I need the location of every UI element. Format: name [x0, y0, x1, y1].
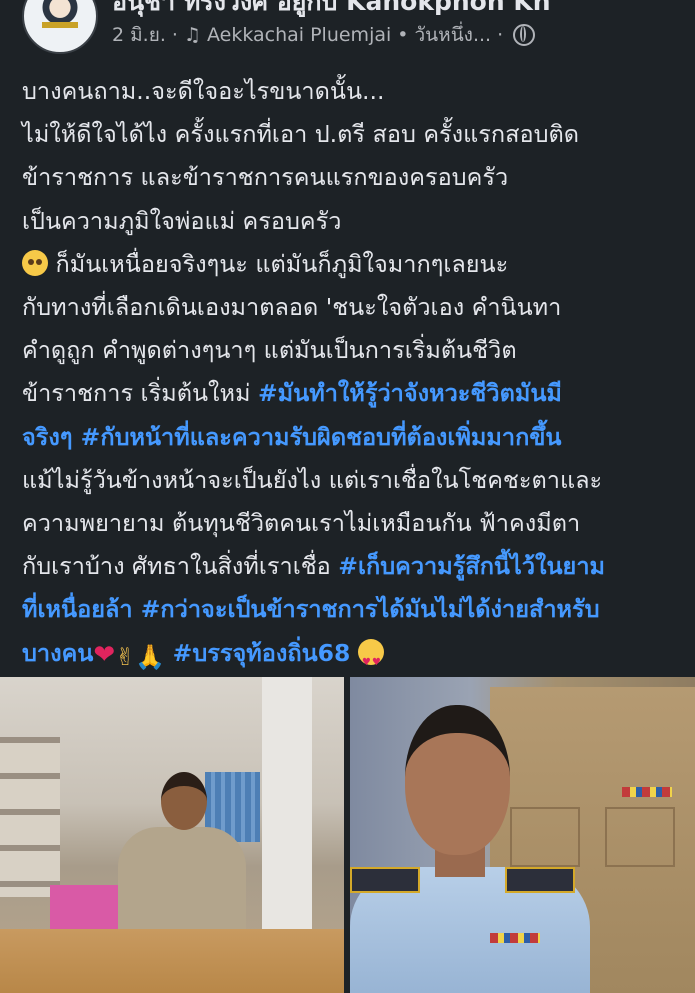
- post-date[interactable]: 2 มิ.ย.: [112, 20, 166, 50]
- uniform-ribbon: [622, 787, 672, 797]
- photo-office-uniform[interactable]: [0, 677, 344, 993]
- photo-white-uniform[interactable]: [350, 677, 695, 993]
- heart-emoji-icon: ❤: [93, 639, 116, 670]
- post-line: ข้าราชการ เริ่มต้นใหม่ #มันทำให้รู้ว่าจั…: [22, 372, 687, 415]
- post-text-segment: ไม่ให้ดีใจได้ไง ครั้งแรกที่เอา ป.ตรี สอบ…: [22, 120, 580, 149]
- meta-separator-2: ·: [497, 24, 504, 46]
- post-line: คำดูถูก คำพูดต่างๆนาๆ แต่มันเป็นการเริ่ม…: [22, 329, 687, 372]
- globe-icon[interactable]: [513, 24, 536, 46]
- post-line: ไม่ให้ดีใจได้ไง ครั้งแรกที่เอา ป.ตรี สอบ…: [22, 113, 687, 156]
- music-title[interactable]: • วันหนึ่ง...: [397, 20, 491, 50]
- post-text-segment: ข้าราชการ เริ่มต้นใหม่: [22, 379, 258, 408]
- post-header: อนุชา ทรงวงศ์ อยู่กับ Kanokphon Kh 2 มิ.…: [0, 0, 695, 60]
- bookshelf: [0, 737, 60, 897]
- hashtag-link[interactable]: จริงๆ #กับหน้าที่และความรับผิดชอบที่ต้อง…: [22, 423, 561, 451]
- post-text: บางคนถาม..จะดีใจอะไรขนาดนั้น... ไม่ให้ดีใ…: [22, 70, 687, 684]
- victory-hand-emoji-icon: ✌: [115, 642, 136, 671]
- hashtag-link[interactable]: #เก็บความรู้สึกนี้ไว้ในยาม: [338, 552, 605, 580]
- meta-separator: ·: [171, 24, 178, 46]
- person-head-portrait: [405, 705, 510, 855]
- smiling-face-with-hearts-emoji-icon: [357, 638, 384, 684]
- post-line: ก็มันเหนื่อยจริงๆนะ แต่มันก็ภูมิใจมากๆเล…: [22, 243, 687, 286]
- post-line: ที่เหนื่อยล้า #กว่าจะเป็นข้าราชการได้มัน…: [22, 588, 687, 631]
- music-note-icon: ♫: [183, 24, 201, 46]
- post-text-segment: กับทางที่เลือกเดินเองมาตลอด 'ชนะใจตัวเอง…: [22, 293, 562, 322]
- hashtag-link[interactable]: #บรรจุท้องถิ่น68: [173, 639, 351, 667]
- hashtag-link[interactable]: ที่เหนื่อยล้า #กว่าจะเป็นข้าราชการได้มัน…: [22, 595, 600, 623]
- post-photos: [0, 677, 695, 993]
- post-text-segment: คำดูถูก คำพูดต่างๆนาๆ แต่มันเป็นการเริ่ม…: [22, 336, 517, 365]
- epaulette-right: [505, 867, 575, 893]
- post-line: บางคน ❤✌🙏 #บรรจุท้องถิ่น68: [22, 632, 687, 684]
- post-line: เป็นความภูมิใจพ่อแม่ ครอบครัว: [22, 200, 687, 243]
- post-text-segment: บางคนถาม..จะดีใจอะไรขนาดนั้น...: [22, 77, 385, 105]
- hashtag-link[interactable]: บางคน: [22, 639, 93, 667]
- post-text-segment: กับเราบ้าง ศัทธาในสิ่งที่เราเชื่อ: [22, 552, 339, 581]
- pillar: [262, 677, 312, 937]
- post-line: ข้าราชการ และข้าราชการคนแรกของครอบครัว: [22, 156, 687, 199]
- folded-hands-emoji-icon: 🙏: [135, 642, 166, 671]
- uniform-pocket-left: [510, 807, 580, 867]
- author-avatar[interactable]: [22, 0, 98, 54]
- pleading-face-emoji-icon: [22, 249, 48, 276]
- uniform-pocket-right: [605, 807, 675, 867]
- person-head: [161, 772, 207, 830]
- post-line: จริงๆ #กับหน้าที่และความรับผิดชอบที่ต้อง…: [22, 416, 687, 459]
- post-text-segment: เป็นความภูมิใจพ่อแม่ ครอบครัว: [22, 206, 342, 235]
- post-meta: 2 มิ.ย. · ♫ Aekkachai Pluemjai • วันหนึ่…: [112, 20, 536, 50]
- post-text-segment: ข้าราชการ และข้าราชการคนแรกของครอบครัว: [22, 163, 509, 192]
- person-body: [118, 827, 246, 937]
- author-name[interactable]: อนุชา ทรงวงศ์ อยู่กับ Kanokphon Kh: [112, 0, 551, 22]
- epaulette-left: [350, 867, 420, 893]
- post-line: ความพยายาม ต้นทุนชีวิตคนเราไม่เหมือนกัน …: [22, 502, 687, 545]
- post-text-segment: [165, 639, 172, 667]
- desk: [0, 929, 344, 993]
- pink-chair: [50, 885, 120, 935]
- post-line: กับเราบ้าง ศัทธาในสิ่งที่เราเชื่อ #เก็บค…: [22, 545, 687, 588]
- post-text-segment: ก็มันเหนื่อยจริงๆนะ แต่มันก็ภูมิใจมากๆเล…: [55, 249, 509, 278]
- hashtag-link[interactable]: #มันทำให้รู้ว่าจังหวะชีวิตมันมี: [258, 379, 562, 407]
- post-text-segment: แม้ไม่รู้วันข้างหน้าจะเป็นยังไง แต่เราเช…: [22, 465, 603, 494]
- post-line: กับทางที่เลือกเดินเองมาตลอด 'ชนะใจตัวเอง…: [22, 286, 687, 329]
- avatar-badge: [42, 22, 78, 28]
- white-uniform-ribbon: [490, 933, 540, 943]
- post-text-segment: ความพยายาม ต้นทุนชีวิตคนเราไม่เหมือนกัน …: [22, 509, 581, 538]
- post-line: แม้ไม่รู้วันข้างหน้าจะเป็นยังไง แต่เราเช…: [22, 459, 687, 502]
- post-line: บางคนถาม..จะดีใจอะไรขนาดนั้น...: [22, 70, 687, 113]
- music-artist[interactable]: Aekkachai Pluemjai: [207, 24, 391, 46]
